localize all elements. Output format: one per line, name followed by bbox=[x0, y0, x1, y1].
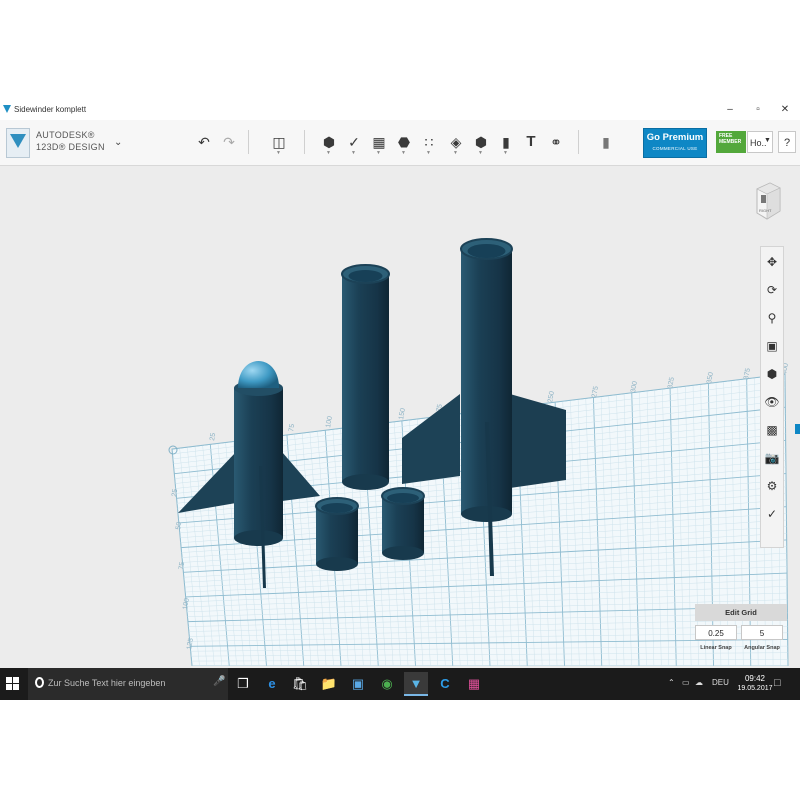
coupler-ring-left[interactable] bbox=[315, 497, 359, 571]
edit-grid-panel: Edit Grid 0.25 5 Linear Snap Angular Sna… bbox=[695, 604, 787, 660]
minimize-button[interactable]: – bbox=[722, 103, 738, 117]
linear-snap-field[interactable]: 0.25 bbox=[695, 625, 737, 640]
navigation-bar: ✥ ⟳ ⚲ ▣ ⬢ 👁 ▩ 📷 ⚙ ✓ bbox=[760, 246, 784, 548]
chrome-icon[interactable]: ◉ bbox=[375, 672, 399, 696]
cortana-c-icon[interactable]: C bbox=[433, 672, 457, 696]
go-premium-label: Go Premium bbox=[646, 132, 704, 143]
grid-axis-label: 75 bbox=[288, 423, 296, 432]
taskbar-search-box[interactable]: Zur Suche Text hier eingeben 🎤 bbox=[28, 668, 228, 700]
start-windows-icon[interactable] bbox=[6, 677, 20, 691]
app-mini-logo-icon bbox=[3, 105, 11, 113]
app-icon[interactable]: ▦ bbox=[462, 672, 486, 696]
visibility-eye-icon[interactable]: 👁 bbox=[763, 393, 781, 411]
pan-icon[interactable]: ✥ bbox=[763, 253, 781, 271]
undo-icon[interactable]: ↶ bbox=[195, 132, 213, 152]
design-viewport[interactable]: 25 75 100 125 150 175 200 225 250 275 30… bbox=[0, 166, 800, 666]
coupler-ring-right[interactable] bbox=[381, 487, 425, 560]
toolbar-separator bbox=[248, 130, 249, 154]
language-indicator[interactable]: DEU bbox=[712, 678, 729, 687]
toolbar-separator bbox=[304, 130, 305, 154]
material-tool-icon[interactable]: ▮ bbox=[597, 132, 615, 152]
123d-design-icon[interactable]: ▼ bbox=[404, 672, 428, 696]
angular-snap-label: Angular Snap bbox=[744, 645, 780, 651]
linear-snap-label: Linear Snap bbox=[700, 645, 732, 651]
tray-expand-icon[interactable]: ⌃ bbox=[668, 678, 675, 687]
go-premium-sublabel: COMMERCIAL USE bbox=[652, 146, 698, 151]
construct-tool-icon[interactable]: ▦ ▼ bbox=[370, 132, 388, 156]
network-icon[interactable]: ☁ bbox=[695, 678, 703, 687]
fit-view-icon[interactable]: ▣ bbox=[763, 337, 781, 355]
maximize-button[interactable]: ▫ bbox=[750, 103, 766, 117]
app-logo-triangle-icon bbox=[10, 134, 26, 148]
desktop-screen: Sidewinder komplett – ▫ ✕ AUTODESK® 123D… bbox=[0, 100, 800, 700]
grouping-tool-icon[interactable]: ◈ ▼ bbox=[447, 132, 465, 156]
toolbar-separator bbox=[578, 130, 579, 154]
sketch-tool-icon[interactable]: ✓ ▼ bbox=[345, 132, 363, 156]
grid-toggle-icon[interactable]: ✓ bbox=[763, 505, 781, 523]
free-member-badge: FREE MEMBER bbox=[716, 131, 746, 153]
store-icon[interactable]: 🛍 bbox=[288, 672, 312, 696]
modify-tool-icon[interactable]: ⬣ ▼ bbox=[395, 132, 413, 156]
grid-axis-label: 25 bbox=[209, 432, 217, 441]
help-button[interactable]: ? bbox=[778, 131, 796, 153]
photos-icon[interactable]: ▣ bbox=[346, 672, 370, 696]
edge-icon[interactable]: e bbox=[260, 672, 284, 696]
scene-canvas[interactable]: 25 75 100 125 150 175 200 225 250 275 30… bbox=[0, 166, 800, 666]
brand-123d-design: 123D® DESIGN bbox=[36, 142, 105, 152]
redo-icon[interactable]: ↷ bbox=[220, 132, 238, 152]
pattern-tool-icon[interactable]: ∷ ▼ bbox=[420, 132, 438, 156]
free-badge-line2: MEMBER bbox=[719, 139, 742, 145]
perspective-icon[interactable]: ⬢ bbox=[763, 365, 781, 383]
brand-autodesk: AUTODESK® bbox=[36, 130, 95, 140]
grid-axis-label: 300 bbox=[630, 381, 639, 394]
grid-axis-label: 250 bbox=[547, 391, 556, 404]
snap-tool-icon[interactable]: ⚭ bbox=[547, 132, 565, 152]
clock-time[interactable]: 09:42 bbox=[735, 674, 775, 683]
grid-side-label: 75 bbox=[178, 561, 186, 570]
grid-axis-label: 100 bbox=[325, 416, 334, 429]
view-cube-label: RIGHT bbox=[759, 208, 772, 213]
angular-snap-field[interactable]: 5 bbox=[741, 625, 783, 640]
window-title-bar: Sidewinder komplett – ▫ ✕ bbox=[0, 100, 800, 120]
screenshot-camera-icon[interactable]: 📷 bbox=[763, 449, 781, 467]
side-panel-tab[interactable] bbox=[795, 424, 800, 434]
orbit-icon[interactable]: ⟳ bbox=[763, 281, 781, 299]
chevron-down-icon[interactable]: ▼ bbox=[764, 137, 771, 144]
snap-toggle-icon[interactable]: ⚙ bbox=[763, 477, 781, 495]
measure-tool-icon[interactable]: ▮ ▼ bbox=[497, 132, 515, 156]
grid-side-label: 50 bbox=[175, 521, 183, 530]
go-premium-button[interactable]: Go Premium COMMERCIAL USE bbox=[643, 128, 707, 158]
cortana-ring-icon bbox=[35, 677, 44, 688]
view-cube[interactable]: RIGHT bbox=[752, 181, 782, 223]
task-view-icon[interactable]: ❐ bbox=[231, 672, 255, 696]
notification-icon[interactable]: □ bbox=[774, 677, 781, 689]
battery-icon[interactable]: ▭ bbox=[682, 678, 690, 687]
body-tube-tall[interactable] bbox=[341, 264, 390, 490]
text-tool-icon[interactable]: T bbox=[522, 132, 540, 152]
grid-side-label: 25 bbox=[171, 488, 179, 497]
grid-axis-label: 150 bbox=[398, 408, 407, 421]
primitives-tool-icon[interactable]: ⬢ ▼ bbox=[320, 132, 338, 156]
close-button[interactable]: ✕ bbox=[777, 103, 793, 117]
zoom-icon[interactable]: ⚲ bbox=[763, 309, 781, 327]
combine-tool-icon[interactable]: ⬢ ▼ bbox=[472, 132, 490, 156]
edit-grid-button[interactable]: Edit Grid bbox=[695, 604, 787, 621]
explorer-icon[interactable]: 📁 bbox=[317, 672, 341, 696]
app-menu-chevron-icon[interactable]: ⌄ bbox=[114, 137, 122, 148]
microphone-icon[interactable]: 🎤 bbox=[213, 676, 225, 687]
windows-taskbar: Zur Suche Text hier eingeben 🎤 ❐ e 🛍 📁 ▣… bbox=[0, 668, 800, 700]
transform-tool-icon[interactable]: ◫ ▼ bbox=[270, 132, 288, 156]
main-toolbar: AUTODESK® 123D® DESIGN ⌄ ↶ ↷ ◫ ▼ ⬢ ▼ ✓ ▼ ▦ ▼… bbox=[0, 120, 800, 166]
materials-display-icon[interactable]: ▩ bbox=[763, 421, 781, 439]
search-placeholder: Zur Suche Text hier eingeben bbox=[48, 678, 166, 688]
window-title: Sidewinder komplett bbox=[14, 105, 87, 114]
